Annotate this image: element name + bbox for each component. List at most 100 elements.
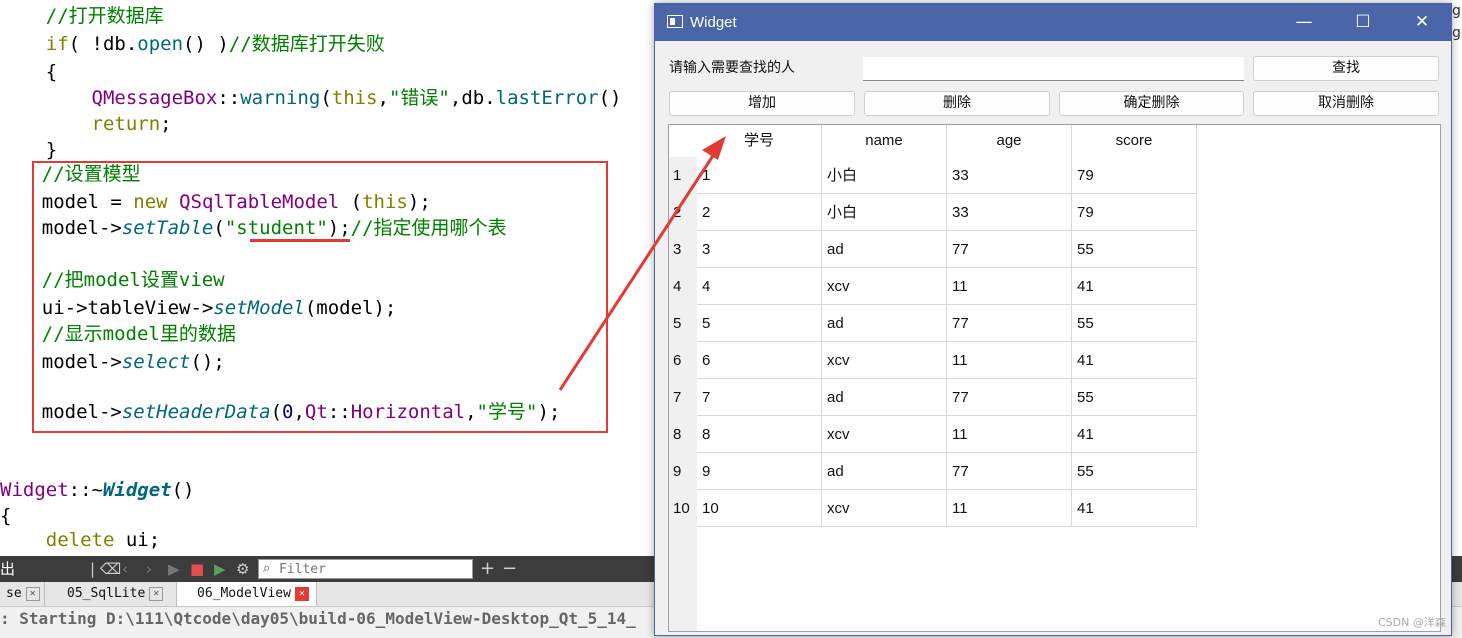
row-number[interactable]: 10 bbox=[669, 490, 697, 527]
table-cell[interactable]: 77 bbox=[947, 453, 1072, 490]
table-cell[interactable]: 79 bbox=[1072, 194, 1197, 231]
table-cell[interactable]: ad bbox=[822, 305, 947, 342]
table-cell[interactable]: 4 bbox=[697, 268, 822, 305]
table-cell[interactable]: 55 bbox=[1072, 231, 1197, 268]
add-button[interactable]: 增加 bbox=[669, 91, 855, 116]
next-icon[interactable]: › bbox=[146, 559, 152, 579]
table-row[interactable]: 7 ad 77 55 bbox=[697, 379, 1197, 416]
table-row[interactable]: 2 小白 33 79 bbox=[697, 194, 1197, 231]
table-row[interactable]: 5 ad 77 55 bbox=[697, 305, 1197, 342]
table-cell[interactable]: 55 bbox=[1072, 453, 1197, 490]
code-token: Widget bbox=[0, 479, 69, 501]
table-cell[interactable]: 9 bbox=[697, 453, 822, 490]
code-token: :: bbox=[217, 87, 241, 109]
row-number[interactable]: 6 bbox=[669, 342, 697, 379]
output-tab-2[interactable]: 05_SqlLite ✕ bbox=[45, 582, 177, 606]
row-number[interactable]: 3 bbox=[669, 231, 697, 268]
table-cell[interactable]: 41 bbox=[1072, 268, 1197, 305]
settings-icon[interactable]: ⚙ bbox=[236, 559, 249, 579]
find-button[interactable]: 查找 bbox=[1253, 56, 1439, 81]
cancel-delete-button[interactable]: 取消删除 bbox=[1253, 91, 1439, 116]
table-cell[interactable]: 11 bbox=[947, 268, 1072, 305]
search-input[interactable] bbox=[863, 57, 1244, 81]
output-tab-1[interactable]: se ✕ bbox=[0, 582, 45, 606]
table-view[interactable]: 学号 name age score 1 2 3 4 5 6 7 8 9 10 1 小白 33 79 2 小白 33 7… bbox=[668, 124, 1441, 632]
table-cell[interactable]: xcv bbox=[822, 416, 947, 453]
table-cell[interactable]: 55 bbox=[1072, 305, 1197, 342]
clear-output-icon[interactable]: ⌫ bbox=[100, 559, 121, 579]
code-token: } bbox=[0, 139, 58, 161]
table-cell[interactable]: 79 bbox=[1072, 157, 1197, 194]
delete-button[interactable]: 删除 bbox=[864, 91, 1050, 116]
row-number[interactable]: 2 bbox=[669, 194, 697, 231]
table-cell[interactable]: 33 bbox=[947, 194, 1072, 231]
search-icon: ⌕ bbox=[263, 561, 271, 576]
table-cell[interactable]: 1 bbox=[697, 157, 822, 194]
table-cell[interactable]: 41 bbox=[1072, 416, 1197, 453]
confirm-delete-button[interactable]: 确定删除 bbox=[1059, 91, 1244, 116]
stop-icon[interactable]: ■ bbox=[190, 559, 204, 579]
table-cell[interactable]: 77 bbox=[947, 305, 1072, 342]
table-cell[interactable]: ad bbox=[822, 453, 947, 490]
table-cell[interactable]: xcv bbox=[822, 342, 947, 379]
window-titlebar[interactable]: Widget — ☐ ✕ bbox=[655, 4, 1451, 41]
filter-box[interactable]: ⌕ bbox=[258, 559, 473, 579]
close-icon[interactable]: ✕ bbox=[294, 586, 309, 601]
table-row[interactable]: 4 xcv 11 41 bbox=[697, 268, 1197, 305]
close-icon[interactable]: ✕ bbox=[25, 586, 40, 601]
table-cell[interactable]: 41 bbox=[1072, 342, 1197, 379]
row-number[interactable]: 8 bbox=[669, 416, 697, 453]
table-row[interactable]: 8 xcv 11 41 bbox=[697, 416, 1197, 453]
table-cell[interactable]: 33 bbox=[947, 157, 1072, 194]
row-number[interactable]: 7 bbox=[669, 379, 697, 416]
table-cell[interactable]: 小白 bbox=[822, 157, 947, 194]
table-cell[interactable]: 55 bbox=[1072, 379, 1197, 416]
table-corner[interactable] bbox=[669, 125, 697, 157]
prev-icon[interactable]: ‹ bbox=[122, 559, 128, 579]
table-cell[interactable]: 11 bbox=[947, 416, 1072, 453]
column-header[interactable]: score bbox=[1072, 125, 1197, 157]
debug-run-icon[interactable]: ▶ bbox=[214, 559, 226, 579]
column-header[interactable]: age bbox=[947, 125, 1072, 157]
row-number[interactable]: 5 bbox=[669, 305, 697, 342]
table-cell[interactable]: 6 bbox=[697, 342, 822, 379]
row-number[interactable]: 4 bbox=[669, 268, 697, 305]
minimize-button[interactable]: — bbox=[1275, 4, 1333, 41]
close-button[interactable]: ✕ bbox=[1393, 4, 1451, 41]
search-label: 请输入需要查找的人 bbox=[669, 60, 795, 76]
table-cell[interactable]: ad bbox=[822, 379, 947, 416]
table-row[interactable]: 9 ad 77 55 bbox=[697, 453, 1197, 490]
table-cell[interactable]: 2 bbox=[697, 194, 822, 231]
row-number[interactable]: 9 bbox=[669, 453, 697, 490]
table-cell[interactable]: 10 bbox=[697, 490, 822, 527]
output-tab-3[interactable]: 06_ModelView ✕ bbox=[177, 582, 317, 606]
close-icon[interactable]: ✕ bbox=[149, 586, 164, 601]
add-icon[interactable]: + bbox=[480, 559, 495, 579]
table-cell[interactable]: 11 bbox=[947, 342, 1072, 379]
table-cell[interactable]: 3 bbox=[697, 231, 822, 268]
table-cell[interactable]: 小白 bbox=[822, 194, 947, 231]
table-cell[interactable]: xcv bbox=[822, 490, 947, 527]
table-cell[interactable]: 5 bbox=[697, 305, 822, 342]
table-cell[interactable]: 77 bbox=[947, 231, 1072, 268]
table-cell[interactable]: 77 bbox=[947, 379, 1072, 416]
filter-input[interactable] bbox=[279, 560, 469, 578]
table-cell[interactable]: 8 bbox=[697, 416, 822, 453]
column-header[interactable]: 学号 bbox=[697, 125, 822, 157]
table-cell[interactable]: xcv bbox=[822, 268, 947, 305]
table-cell[interactable]: 41 bbox=[1072, 490, 1197, 527]
column-header[interactable]: name bbox=[822, 125, 947, 157]
remove-icon[interactable]: − bbox=[502, 559, 517, 579]
row-number[interactable]: 1 bbox=[669, 157, 697, 194]
table-row[interactable]: 6 xcv 11 41 bbox=[697, 342, 1197, 379]
table-cell[interactable]: 7 bbox=[697, 379, 822, 416]
maximize-button[interactable]: ☐ bbox=[1334, 4, 1392, 41]
highlight-box bbox=[32, 161, 608, 433]
table-row[interactable]: 1 小白 33 79 bbox=[697, 157, 1197, 194]
run-icon[interactable]: ▶ bbox=[168, 559, 180, 579]
table-row[interactable]: 3 ad 77 55 bbox=[697, 231, 1197, 268]
watermark: CSDN @洋森 bbox=[1378, 616, 1446, 629]
table-cell[interactable]: 11 bbox=[947, 490, 1072, 527]
table-row[interactable]: 10 xcv 11 41 bbox=[697, 490, 1197, 527]
table-cell[interactable]: ad bbox=[822, 231, 947, 268]
